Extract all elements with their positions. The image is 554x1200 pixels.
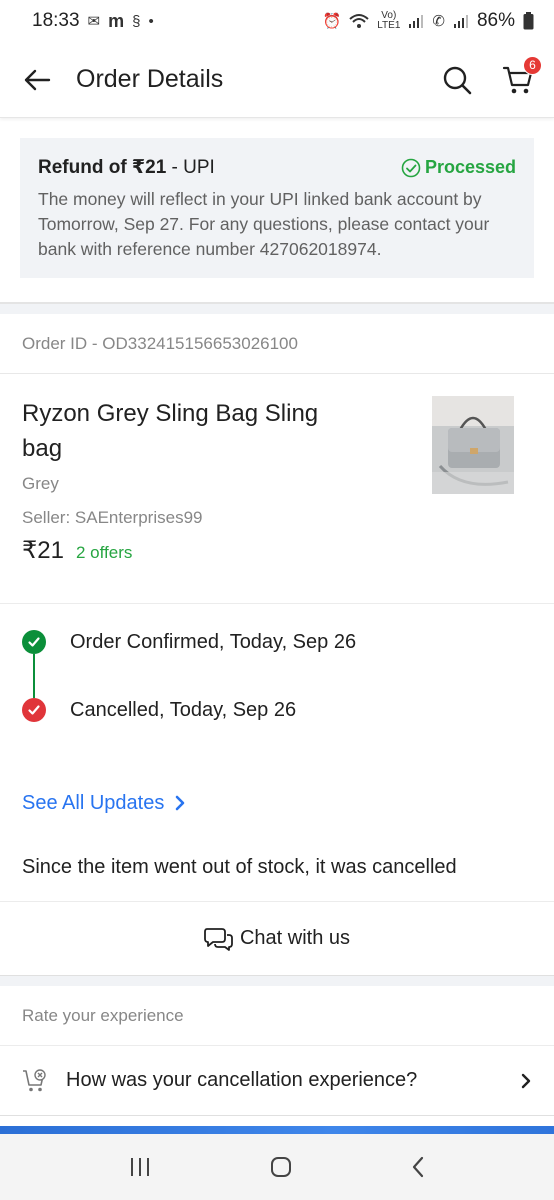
see-all-updates-link[interactable]: See All Updates xyxy=(0,764,554,834)
cart-count-badge: 6 xyxy=(523,55,542,75)
recent-apps-icon[interactable] xyxy=(128,1156,152,1178)
cancellation-feedback-label: How was your cancellation experience? xyxy=(66,1069,418,1091)
timeline-step-label: Cancelled, Today, Sep 26 xyxy=(70,698,297,721)
chat-with-us-button[interactable]: Chat with us xyxy=(0,902,554,976)
call-icon: ✆ xyxy=(432,13,445,30)
notification-dot-icon: • xyxy=(148,12,154,30)
refund-status-text: Processed xyxy=(424,157,516,177)
search-icon[interactable] xyxy=(442,65,472,95)
refund-status-badge: Processed xyxy=(401,157,516,178)
timeline-step-label: Order Confirmed, Today, Sep 26 xyxy=(70,630,357,653)
back-arrow-icon xyxy=(24,69,51,90)
refund-title: Refund of ₹21 - UPI xyxy=(38,156,215,179)
status-left: 18:33 ✉ m § • xyxy=(32,10,154,32)
volte-icon: Vo) LTE1 xyxy=(377,10,401,31)
status-bar: 18:33 ✉ m § • ⏰ Vo) LTE1 ✆ 86% xyxy=(0,0,554,42)
order-id[interactable]: Order ID - OD332415156653026100 xyxy=(0,314,554,374)
timeline-connector xyxy=(33,654,35,698)
price-row: ₹21 2 offers xyxy=(22,536,432,565)
rate-experience-heading: Rate your experience xyxy=(0,986,554,1046)
order-timeline: Order Confirmed, Today, Sep 26 Cancelled… xyxy=(0,604,554,764)
section-divider xyxy=(0,976,554,986)
header-actions: 6 xyxy=(442,55,542,96)
status-right: ⏰ Vo) LTE1 ✆ 86% xyxy=(323,10,534,32)
refund-method: - UPI xyxy=(166,157,215,178)
product-color: Grey xyxy=(22,474,59,493)
system-nav-bar xyxy=(0,1134,554,1200)
chat-label: Chat with us xyxy=(239,927,351,949)
product-name: Ryzon Grey Sling Bag Sling bag xyxy=(22,400,319,462)
cart-cancel-icon xyxy=(23,1068,46,1091)
timeline-step-cancelled: Cancelled, Today, Sep 26 xyxy=(22,698,532,722)
app-header: Order Details 6 xyxy=(0,42,554,118)
cancelled-check-icon xyxy=(22,698,46,722)
refund-message: The money will reflect in your UPI linke… xyxy=(38,189,490,259)
product-image[interactable] xyxy=(432,396,514,494)
page-title: Order Details xyxy=(76,65,224,93)
app-s-icon: § xyxy=(132,12,141,30)
offers-link[interactable]: 2 offers xyxy=(76,543,132,563)
chat-bubbles-icon xyxy=(204,927,233,951)
cart-button[interactable]: 6 xyxy=(502,55,542,96)
back-nav-icon[interactable] xyxy=(410,1156,426,1178)
refund-card: Refund of ₹21 - UPI Processed The money … xyxy=(20,138,534,278)
back-button[interactable] xyxy=(20,63,54,97)
check-icon xyxy=(22,630,46,654)
cancellation-reason: Since the item went out of stock, it was… xyxy=(0,834,554,902)
product-card[interactable]: Ryzon Grey Sling Bag Sling bag Grey Sell… xyxy=(0,374,554,604)
wifi-icon xyxy=(349,14,369,28)
app-m-icon: m xyxy=(108,10,125,31)
refund-section: Refund of ₹21 - UPI Processed The money … xyxy=(0,118,554,304)
refund-amount: Refund of ₹21 xyxy=(38,157,167,178)
alarm-icon: ⏰ xyxy=(322,13,342,30)
refund-header: Refund of ₹21 - UPI Processed xyxy=(38,156,516,179)
chevron-right-icon xyxy=(176,795,185,811)
cancellation-feedback-row[interactable]: How was your cancellation experience? xyxy=(0,1046,554,1116)
status-time: 18:33 xyxy=(32,10,80,31)
product-seller: Seller: SAEnterprises99 xyxy=(22,508,203,527)
signal-icon xyxy=(409,15,424,28)
mail-icon: ✉ xyxy=(87,13,101,30)
timeline-step-confirmed: Order Confirmed, Today, Sep 26 xyxy=(22,630,532,654)
home-icon[interactable] xyxy=(269,1155,293,1179)
signal-2-icon xyxy=(453,15,468,28)
battery-icon xyxy=(523,12,534,30)
chevron-right-icon xyxy=(521,1073,531,1088)
section-divider xyxy=(0,304,554,314)
product-info: Ryzon Grey Sling Bag Sling bag Grey Sell… xyxy=(22,396,432,603)
check-circle-icon xyxy=(401,158,421,177)
product-price: ₹21 xyxy=(22,537,64,564)
battery-level: 86% xyxy=(476,10,515,31)
see-all-updates-label: See All Updates xyxy=(22,791,165,814)
